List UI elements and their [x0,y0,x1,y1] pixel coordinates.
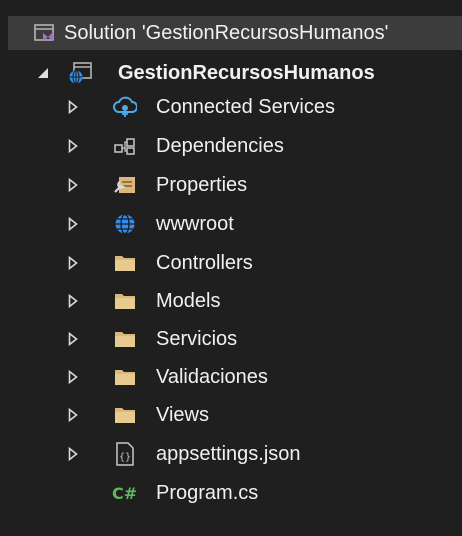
globe-icon [112,211,138,237]
expanded-chevron-icon[interactable] [36,66,50,80]
dependencies-icon [112,133,138,159]
collapsed-chevron-icon[interactable] [66,100,80,114]
tree-item-views[interactable]: Views [0,396,462,434]
connected-services-icon [112,94,138,120]
folder-icon [112,288,138,314]
collapsed-chevron-icon[interactable] [66,139,80,153]
folder-icon [112,364,138,390]
web-project-icon [68,60,94,86]
solution-node[interactable]: Solution 'GestionRecursosHumanos' [8,16,462,50]
folder-icon [112,326,138,352]
csharp-file-icon: C# [110,480,150,506]
project-label: GestionRecursosHumanos [118,62,375,84]
collapsed-chevron-icon[interactable] [66,294,80,308]
tree-item-label: Models [156,290,221,312]
folder-icon [112,250,138,276]
tree-item-label: Connected Services [156,96,335,118]
tree-item-label: Servicios [156,328,238,350]
tree-item-label: wwwroot [156,213,234,235]
collapsed-chevron-icon[interactable] [66,447,80,461]
tree-item-label: Properties [156,174,248,196]
tree-item-program-cs[interactable]: C# Program.cs [0,474,462,512]
project-node[interactable]: GestionRecursosHumanos [0,54,462,92]
collapsed-chevron-icon[interactable] [66,178,80,192]
collapsed-chevron-icon[interactable] [66,370,80,384]
tree-item-properties[interactable]: Properties [0,166,462,204]
tree-item-wwwroot[interactable]: wwwroot [0,205,462,243]
tree-item-label: Validaciones [156,366,268,388]
collapsed-chevron-icon[interactable] [66,408,80,422]
tree-item-models[interactable]: Models [0,282,462,320]
tree-item-servicios[interactable]: Servicios [0,320,462,358]
properties-icon [112,172,138,198]
tree-item-appsettings[interactable]: {} appsettings.json [0,435,462,473]
solution-explorer-tree: Solution 'GestionRecursosHumanos' Gestio… [0,0,462,536]
tree-item-label: Dependencies [156,135,284,157]
tree-item-dependencies[interactable]: Dependencies [0,127,462,165]
collapsed-chevron-icon[interactable] [66,256,80,270]
tree-item-label: Controllers [156,252,253,274]
collapsed-chevron-icon[interactable] [66,332,80,346]
collapsed-chevron-icon[interactable] [66,217,80,231]
tree-item-label: appsettings.json [156,443,301,465]
svg-text:{}: {} [119,452,131,463]
folder-icon [112,402,138,428]
tree-item-controllers[interactable]: Controllers [0,244,462,282]
svg-text:C#: C# [112,484,137,503]
tree-item-connected-services[interactable]: Connected Services [0,88,462,126]
tree-item-label: Views [156,404,209,426]
tree-item-label: Program.cs [156,482,259,504]
solution-icon [32,20,58,46]
solution-label: Solution 'GestionRecursosHumanos' [64,22,389,44]
tree-item-validaciones[interactable]: Validaciones [0,358,462,396]
json-file-icon: {} [112,441,138,467]
